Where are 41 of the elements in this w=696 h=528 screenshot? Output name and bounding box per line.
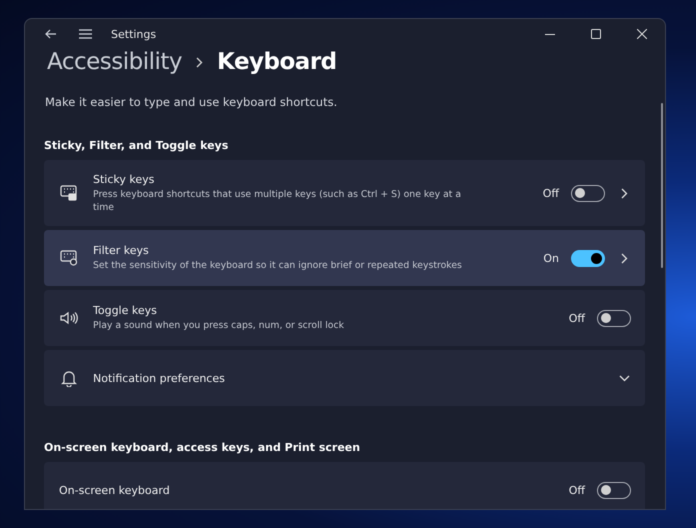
back-arrow-icon: [45, 29, 57, 39]
scrollbar[interactable]: [661, 103, 663, 268]
setting-description: Set the sensitivity of the keyboard so it can ignore brief or repeated keystrokes: [93, 259, 463, 272]
toggle-switch[interactable]: [597, 482, 631, 498]
toggle-state-label: Off: [542, 186, 559, 200]
setting-card[interactable]: On-screen keyboard Off: [44, 462, 645, 509]
chevron-right-icon: [196, 56, 204, 68]
section-heading: Sticky, Filter, and Toggle keys: [44, 139, 230, 152]
speaker-icon: [60, 311, 78, 325]
toggle-switch[interactable]: [571, 250, 605, 266]
section-heading: On-screen keyboard, access keys, and Print screen: [44, 441, 362, 454]
setting-title: Sticky keys: [93, 172, 156, 186]
window-title: Settings: [111, 28, 156, 40]
toggle-switch[interactable]: [597, 310, 631, 326]
keyboard-icon: [60, 185, 78, 201]
bell-icon: [61, 369, 77, 387]
setting-card[interactable]: Filter keys Set the sensitivity of the keyboard so it can ignore brief or repeated keystrokes On: [44, 230, 645, 286]
chevron-right-icon: [620, 252, 628, 264]
toggle-state-label: On: [543, 252, 559, 264]
toggle-state-label: Off: [568, 312, 585, 324]
setting-title: On-screen keyboard: [59, 484, 171, 496]
setting-title: Toggle keys: [93, 304, 158, 317]
keyboard-gear-icon: [60, 250, 78, 266]
setting-title: Notification preferences: [93, 372, 225, 384]
page-description: Make it easier to type and use keyboard shortcuts.: [44, 95, 338, 109]
setting-title: Filter keys: [93, 244, 150, 257]
toggle-state-label: Off: [568, 484, 585, 496]
setting-card[interactable]: Notification preferences: [44, 350, 645, 406]
setting-description: Play a sound when you press caps, num, or scroll lock: [93, 319, 345, 332]
chevron-right-icon: [620, 188, 628, 198]
breadcrumb-link[interactable]: Accessibility: [47, 49, 182, 75]
menu-icon: [78, 29, 92, 39]
chevron-down-icon: [618, 374, 630, 382]
maximize-icon: [591, 29, 601, 39]
page-title: Keyboard: [217, 49, 337, 75]
toggle-switch[interactable]: [571, 184, 605, 202]
close-icon: [637, 29, 647, 39]
setting-card[interactable]: Toggle keys Play a sound when you press caps, num, or scroll lock Off: [44, 290, 645, 346]
setting-card[interactable]: Sticky keys Press keyboard shortcuts that use multiple keys (such as Ctrl + S) one key at a time Off: [44, 160, 645, 226]
setting-description: Press keyboard shortcuts that use multiple keys (such as Ctrl + S) one key at a time: [93, 188, 462, 214]
expand-button[interactable]: [617, 374, 631, 382]
